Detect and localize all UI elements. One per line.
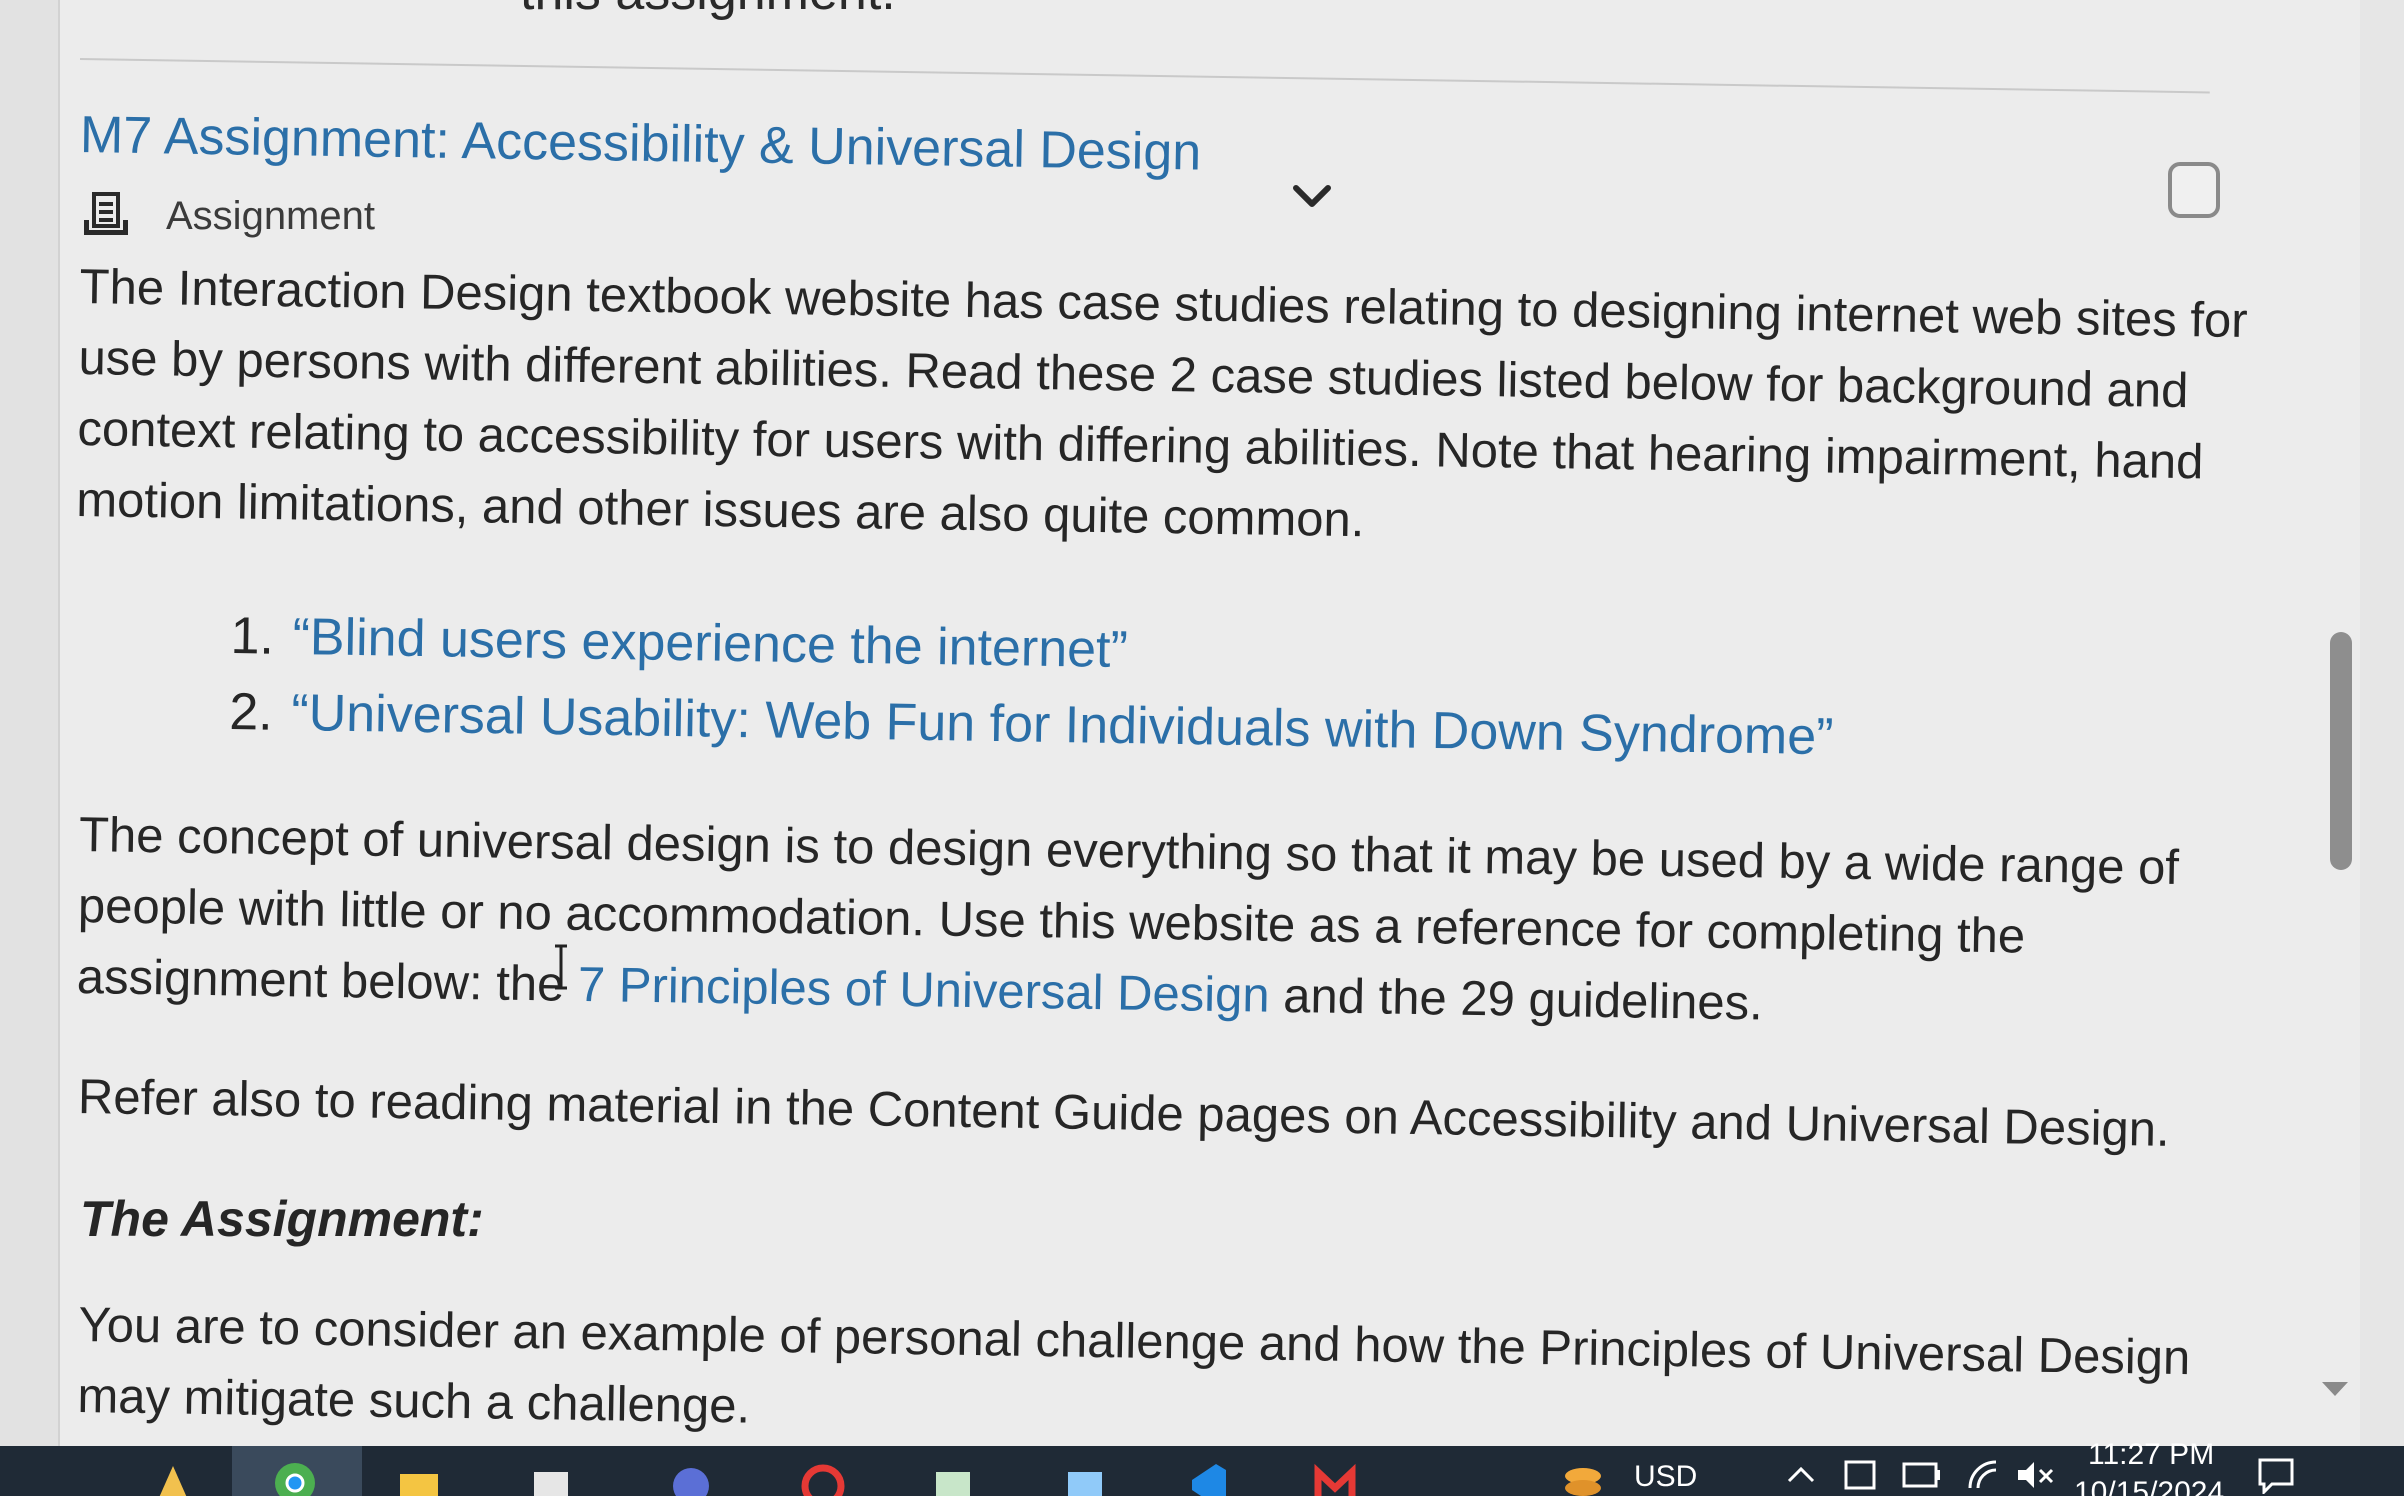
principles-link[interactable]: 7 Principles of Universal Design [578, 958, 1271, 1023]
clock-date[interactable]: 10/15/2024 [2074, 1476, 2224, 1496]
paint-icon[interactable] [930, 1460, 976, 1496]
chrome-icon[interactable] [272, 1460, 318, 1496]
store-icon[interactable] [528, 1460, 574, 1496]
browser-icon[interactable] [668, 1460, 714, 1496]
universal-design-paragraph: The concept of universal design is to de… [76, 800, 2259, 1047]
screen: this assignment. M7 Assignment: Accessib… [0, 0, 2404, 1496]
item-type-label: Assignment [166, 193, 375, 238]
chevron-down-icon[interactable] [1292, 182, 1332, 212]
assignment-heading: The Assignment: [80, 1191, 484, 1247]
assignment-icon [84, 192, 128, 235]
clock-time[interactable]: 11:27 PM [2088, 1438, 2214, 1472]
battery-icon[interactable] [1902, 1462, 1942, 1488]
case-study-link-down-syndrome[interactable]: “Universal Usability: Web Fun for Indivi… [291, 684, 1834, 766]
completion-checkbox[interactable] [2168, 162, 2220, 218]
chevron-up-icon[interactable] [1786, 1464, 1816, 1484]
word-icon[interactable] [1062, 1460, 1108, 1496]
start-icon[interactable] [150, 1460, 196, 1496]
file-explorer-icon[interactable] [396, 1460, 442, 1496]
cutoff-previous-text: this assignment. [520, 0, 896, 22]
scroll-down-icon[interactable] [2318, 1376, 2352, 1400]
volume-muted-icon[interactable] [2016, 1458, 2056, 1492]
currency-label: USD [1634, 1460, 1698, 1493]
gmail-icon[interactable] [1312, 1460, 1358, 1496]
list-number: 1. [230, 607, 275, 666]
vscode-icon[interactable] [1186, 1460, 1232, 1496]
list-number: 2. [228, 682, 274, 742]
text-cursor-icon [555, 944, 567, 990]
case-study-link-blind-users[interactable]: “Blind users experience the internet” [292, 608, 1128, 679]
intro-paragraph: The Interaction Design textbook website … [75, 260, 2248, 548]
window-edge [2360, 0, 2404, 1450]
scrollbar-thumb[interactable] [2330, 632, 2352, 870]
case-study-list: 1. “Blind users experience the internet” … [229, 598, 1835, 775]
coins-icon [1565, 1468, 1601, 1496]
paragraph-text: and the 29 guidelines. [1282, 968, 1764, 1031]
taskbar: USD 11:27 PM 10/15/2024 [0, 1438, 2404, 1496]
item-type-row: Assignment [80, 188, 375, 244]
notification-icon[interactable] [2256, 1456, 2296, 1494]
network-icon[interactable] [1842, 1458, 1878, 1494]
wifi-icon[interactable] [1966, 1458, 2002, 1494]
opera-icon[interactable] [800, 1460, 846, 1496]
left-nav-strip [0, 0, 60, 1450]
